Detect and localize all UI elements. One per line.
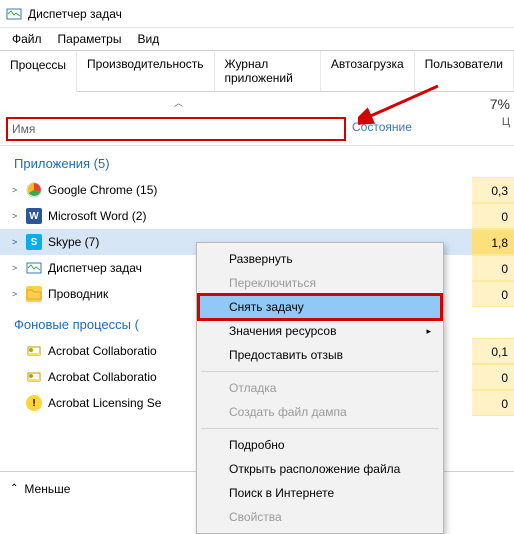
menu-bar: Файл Параметры Вид xyxy=(0,28,514,50)
column-headers: ︿ Имя Состояние 7% Ц xyxy=(0,92,514,146)
cpu-cell: 0,3 xyxy=(472,177,514,203)
ctx-details[interactable]: Подробно xyxy=(199,433,441,457)
ctx-feedback[interactable]: Предоставить отзыв xyxy=(199,343,441,367)
row-word[interactable]: > W Microsoft Word (2) 0 xyxy=(0,203,514,229)
ctx-properties: Свойства xyxy=(199,505,441,529)
titlebar: Диспетчер задач xyxy=(0,0,514,28)
collapse-caret-icon[interactable]: ︿ xyxy=(174,96,183,109)
acrobat-icon xyxy=(26,343,42,359)
menu-options[interactable]: Параметры xyxy=(50,30,130,48)
tab-users[interactable]: Пользователи xyxy=(415,51,514,91)
ctx-open-location[interactable]: Открыть расположение файла xyxy=(199,457,441,481)
warning-icon: ! xyxy=(26,395,42,411)
cpu-cell: 0 xyxy=(472,203,514,229)
menu-view[interactable]: Вид xyxy=(129,30,167,48)
ctx-dump: Создать файл дампа xyxy=(199,400,441,424)
window-title: Диспетчер задач xyxy=(28,7,122,21)
skype-icon: S xyxy=(26,234,42,250)
tab-strip: Процессы Производительность Журнал прило… xyxy=(0,50,514,92)
expand-icon[interactable]: > xyxy=(12,289,26,299)
cpu-cell: 0 xyxy=(472,281,514,307)
ctx-separator xyxy=(201,371,439,372)
folder-icon xyxy=(26,286,42,302)
tab-startup[interactable]: Автозагрузка xyxy=(321,51,415,91)
acrobat-icon xyxy=(26,369,42,385)
column-header-name[interactable]: Имя xyxy=(6,117,346,141)
ctx-switch: Переключиться xyxy=(199,271,441,295)
column-header-state[interactable]: Состояние xyxy=(352,117,432,141)
ctx-resource-values[interactable]: Значения ресурсов▸ xyxy=(199,319,441,343)
menu-file[interactable]: Файл xyxy=(4,30,50,48)
ctx-separator xyxy=(201,428,439,429)
row-label: Microsoft Word (2) xyxy=(48,209,472,223)
ctx-end-task[interactable]: Снять задачу xyxy=(199,295,441,319)
column-header-cpu-value[interactable]: 7% xyxy=(476,96,510,112)
group-apps: Приложения (5) xyxy=(0,146,514,177)
cpu-cell: 0 xyxy=(472,364,514,390)
ctx-expand[interactable]: Развернуть xyxy=(199,247,441,271)
cpu-cell: 0,1 xyxy=(472,338,514,364)
fewer-details-button[interactable]: Меньше xyxy=(24,482,70,496)
column-header-cpu-label: Ц xyxy=(476,116,510,128)
cpu-cell: 0 xyxy=(472,390,514,416)
cpu-cell: 0 xyxy=(472,255,514,281)
taskmgr-row-icon xyxy=(26,260,42,276)
context-menu: Развернуть Переключиться Снять задачу Зн… xyxy=(196,242,444,534)
expand-icon[interactable]: > xyxy=(12,237,26,247)
row-chrome[interactable]: > Google Chrome (15) 0,3 xyxy=(0,177,514,203)
expand-icon[interactable]: > xyxy=(12,185,26,195)
expand-icon[interactable]: > xyxy=(12,263,26,273)
ctx-search-online[interactable]: Поиск в Интернете xyxy=(199,481,441,505)
cpu-cell: 1,8 xyxy=(472,229,514,255)
chevron-up-icon[interactable]: ⌃ xyxy=(10,483,18,494)
word-icon: W xyxy=(26,208,42,224)
chrome-icon xyxy=(26,182,42,198)
ctx-debug: Отладка xyxy=(199,376,441,400)
taskmgr-icon xyxy=(6,6,22,22)
tab-app-history[interactable]: Журнал приложений xyxy=(215,51,321,91)
expand-icon[interactable]: > xyxy=(12,211,26,221)
submenu-arrow-icon: ▸ xyxy=(426,319,431,343)
tab-processes[interactable]: Процессы xyxy=(0,52,77,92)
row-label: Google Chrome (15) xyxy=(48,183,472,197)
tab-performance[interactable]: Производительность xyxy=(77,51,214,91)
